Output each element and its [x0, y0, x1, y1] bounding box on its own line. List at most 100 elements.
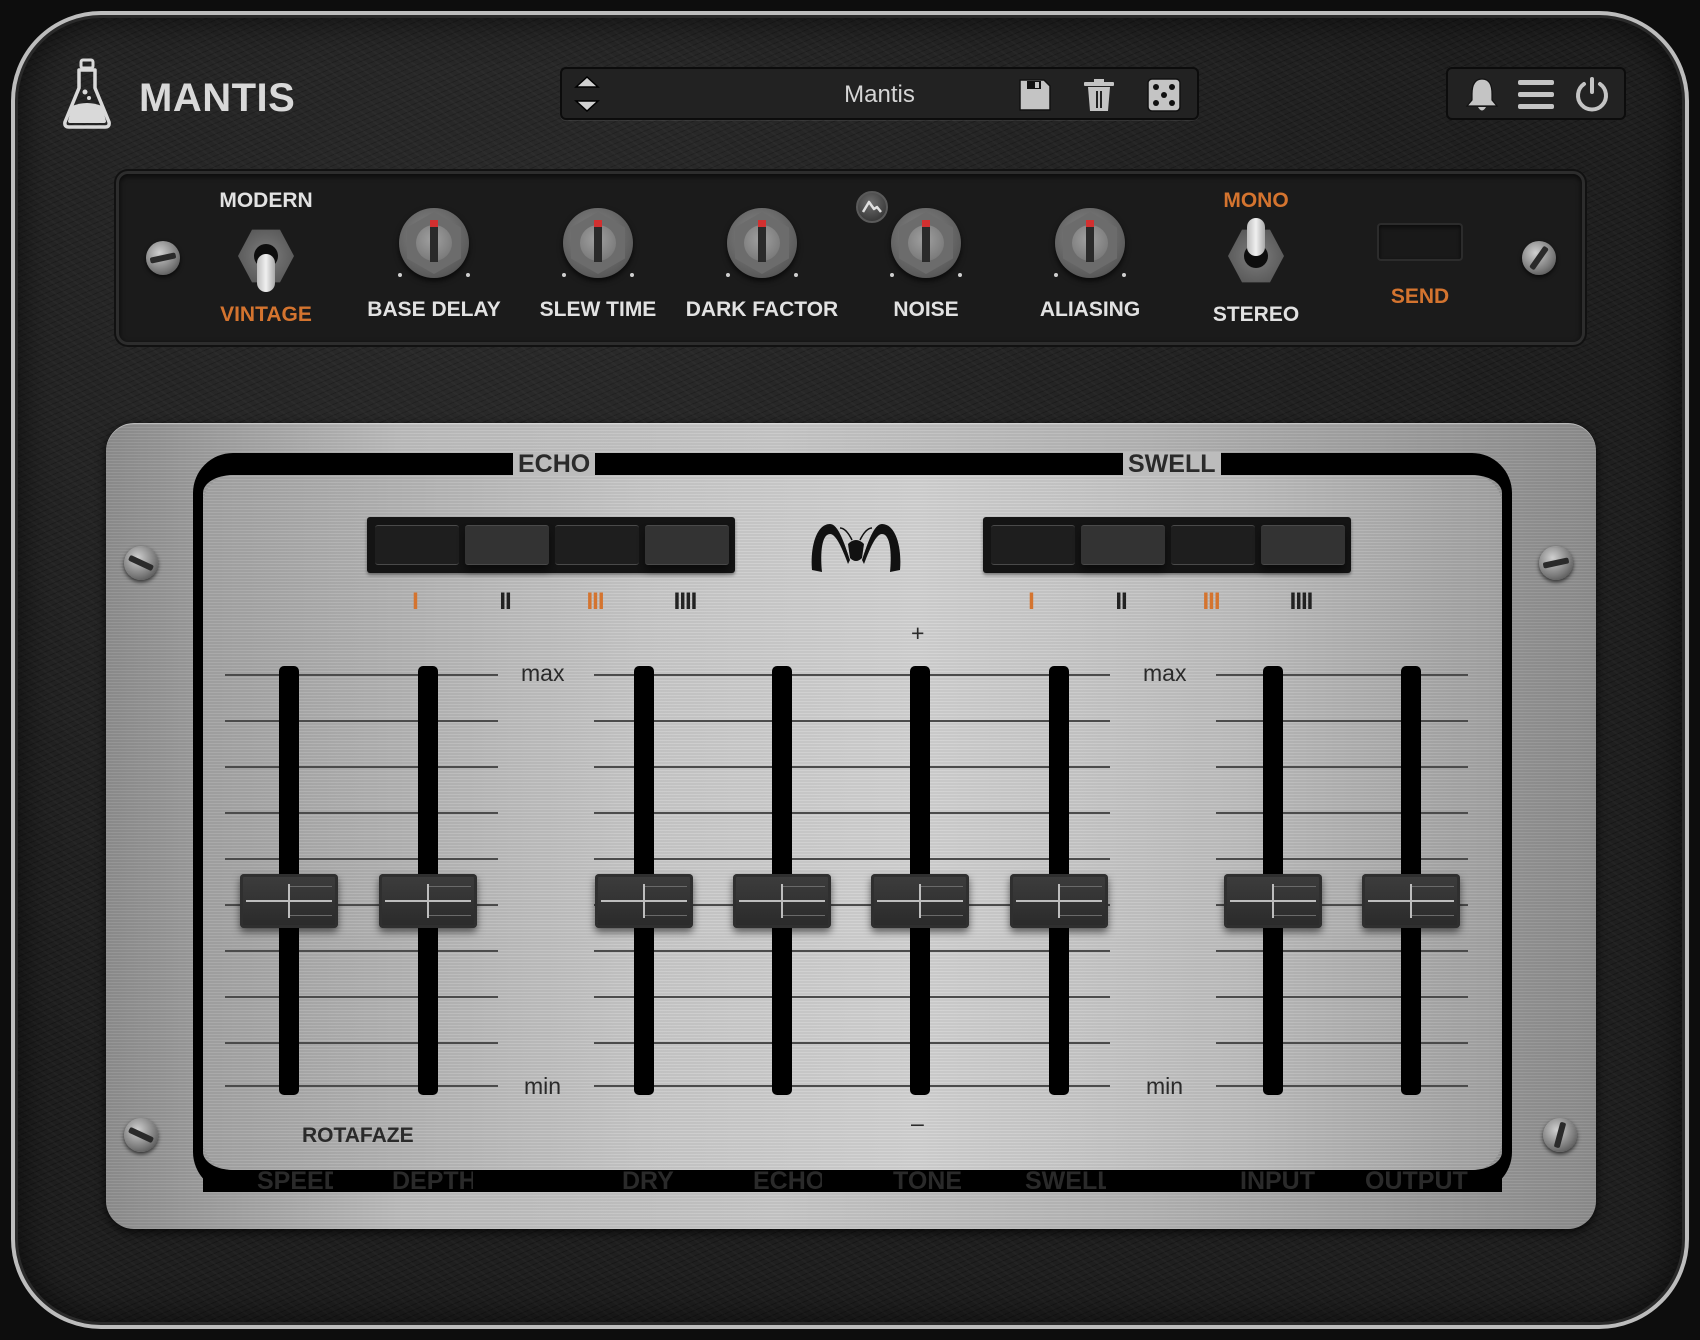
knob-min-dot — [890, 273, 894, 277]
scale-tick — [225, 720, 498, 722]
mode-toggle-switch[interactable] — [238, 228, 294, 292]
screw-icon — [124, 1118, 158, 1152]
min-label-left: min — [524, 1073, 562, 1099]
knob-max-dot — [1122, 273, 1126, 277]
min-label-right: min — [1146, 1073, 1184, 1099]
scale-tick — [225, 674, 498, 676]
scale-tick — [594, 1042, 1110, 1044]
echo-head-2-label: II — [499, 588, 511, 615]
echo-slider-handle[interactable] — [733, 873, 831, 928]
stereo-toggle-switch[interactable] — [1228, 218, 1284, 284]
tone-slider-label: TONE — [893, 1167, 962, 1195]
frame-bar-segment — [333, 1170, 385, 1192]
knob-min-dot — [726, 273, 730, 277]
swell-head-buttons — [983, 517, 1351, 573]
echo-head-1-button[interactable] — [375, 525, 459, 565]
echo-head-3-button[interactable] — [555, 525, 639, 565]
speed-slider-handle[interactable] — [240, 873, 338, 928]
preset-bar: Mantis — [560, 67, 1199, 120]
aliasing-label: ALIASING — [1039, 298, 1141, 321]
dry-slider-handle[interactable] — [595, 873, 693, 928]
echo-head-1-label: I — [412, 588, 419, 615]
screw-icon — [146, 241, 180, 275]
output-slider-label: OUTPUT — [1365, 1167, 1468, 1195]
frame-bar-segment — [1318, 1170, 1358, 1192]
minus-label: – — [911, 1110, 924, 1136]
mantis-logo-icon — [811, 524, 901, 572]
scale-tick — [225, 766, 498, 768]
mode-modern-label: MODERN — [219, 189, 313, 212]
scale-tick — [594, 812, 1110, 814]
slew-time-knob[interactable] — [563, 208, 633, 278]
knob-max-dot — [958, 273, 962, 277]
power-icon[interactable] — [1572, 75, 1612, 115]
noise-knob[interactable] — [891, 208, 961, 278]
plus-label: + — [911, 620, 925, 646]
swell-slider-handle[interactable] — [1010, 873, 1108, 928]
noise-label: NOISE — [893, 298, 959, 321]
scale-tick — [225, 812, 498, 814]
rotafaze-label: ROTAFAZE — [302, 1124, 414, 1147]
max-label-right: max — [1143, 660, 1187, 686]
tone-slider-handle[interactable] — [871, 873, 969, 928]
swell-head-3-label: III — [1202, 588, 1220, 615]
dark-factor-label: DARK FACTOR — [685, 298, 839, 321]
scale-tick — [225, 1042, 498, 1044]
swell-head-2-button[interactable] — [1081, 525, 1165, 565]
depth-slider-label: DEPTH — [392, 1167, 477, 1195]
frame-bar-segment — [473, 1170, 615, 1192]
output-slider-handle[interactable] — [1362, 873, 1460, 928]
scale-tick — [225, 1085, 498, 1087]
echo-head-4-button[interactable] — [645, 525, 729, 565]
bell-icon[interactable] — [1464, 76, 1500, 114]
scale-tick — [594, 766, 1110, 768]
trash-icon[interactable] — [1081, 77, 1117, 113]
send-label: SEND — [1390, 285, 1450, 308]
swell-head-3-button[interactable] — [1171, 525, 1255, 565]
swell-head-1-label: I — [1028, 588, 1035, 615]
depth-slider-handle[interactable] — [379, 873, 477, 928]
aliasing-knob[interactable] — [1055, 208, 1125, 278]
frame-bar-segment — [961, 1170, 1018, 1192]
flask-icon — [63, 58, 111, 129]
scale-tick — [594, 1085, 1110, 1087]
scale-tick — [594, 858, 1110, 860]
swell-head-4-label: IIII — [1289, 588, 1314, 615]
knob-min-dot — [398, 273, 402, 277]
echo-head-4-label: IIII — [673, 588, 698, 615]
system-toolbar — [1446, 67, 1626, 120]
dark-factor-knob[interactable] — [727, 208, 797, 278]
swell-head-4-button[interactable] — [1261, 525, 1345, 565]
envelope-shape-icon[interactable] — [856, 191, 888, 223]
base-delay-knob[interactable] — [399, 208, 469, 278]
knob-min-dot — [562, 273, 566, 277]
screw-icon — [1543, 1118, 1577, 1152]
knob-max-dot — [630, 273, 634, 277]
scale-tick — [1216, 720, 1468, 722]
swell-section-label: SWELL — [1123, 452, 1221, 477]
dice-icon[interactable] — [1146, 77, 1182, 113]
floppy-disk-icon[interactable] — [1017, 77, 1053, 113]
scale-tick — [1216, 1042, 1468, 1044]
frame-bar-segment — [822, 1170, 886, 1192]
slew-time-label: SLEW TIME — [539, 298, 657, 321]
scale-tick — [594, 674, 1110, 676]
echo-section-label: ECHO — [513, 452, 596, 477]
swell-head-2-label: II — [1115, 588, 1127, 615]
knob-max-dot — [466, 273, 470, 277]
knob-min-dot — [1054, 273, 1058, 277]
swell-head-1-button[interactable] — [991, 525, 1075, 565]
frame-bar-segment — [675, 1170, 746, 1192]
hamburger-menu-icon[interactable] — [1516, 77, 1556, 113]
echo-head-2-button[interactable] — [465, 525, 549, 565]
scale-tick — [225, 950, 498, 952]
send-button[interactable] — [1377, 223, 1463, 261]
scale-tick — [1216, 996, 1468, 998]
scale-tick — [1216, 858, 1468, 860]
frame-bar-segment — [1468, 1170, 1502, 1192]
app-title: MANTIS — [139, 76, 296, 120]
input-slider-handle[interactable] — [1224, 873, 1322, 928]
screw-icon — [124, 546, 158, 580]
echo-head-buttons — [367, 517, 735, 573]
echo-head-3-label: III — [586, 588, 604, 615]
